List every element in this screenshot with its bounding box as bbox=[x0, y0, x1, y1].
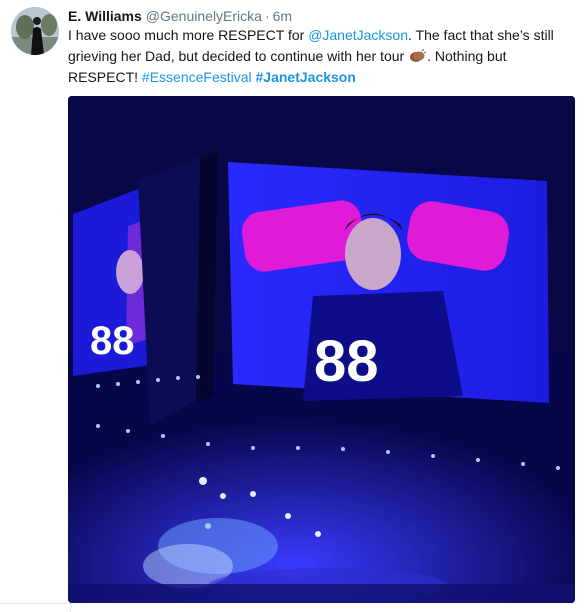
jersey-number-left: 88 bbox=[90, 319, 135, 363]
author-handle[interactable]: @GenuinelyEricka bbox=[146, 8, 262, 24]
hashtag-link[interactable]: #JanetJackson bbox=[256, 69, 356, 85]
timestamp[interactable]: 6m bbox=[273, 8, 292, 24]
separator-dot: · bbox=[264, 8, 270, 24]
mention-link[interactable]: @JanetJackson bbox=[308, 27, 408, 43]
tweet-text: I have sooo much more RESPECT for @Janet… bbox=[68, 25, 568, 88]
avatar-image bbox=[11, 7, 59, 55]
tweet-text-part: I have sooo much more RESPECT for bbox=[68, 27, 309, 43]
author-name[interactable]: E. Williams bbox=[68, 8, 142, 24]
tweet-media-photo[interactable]: 88 88 bbox=[68, 96, 575, 603]
tweet-card[interactable]: E. Williams @GenuinelyEricka · 6m I have so… bbox=[0, 0, 584, 612]
concert-photo: 88 88 bbox=[68, 96, 575, 603]
avatar[interactable] bbox=[11, 7, 59, 55]
hashtag-link[interactable]: #EssenceFestival bbox=[142, 69, 252, 85]
tweet-header: E. Williams @GenuinelyEricka · 6m bbox=[68, 7, 292, 25]
clapping-hands-icon bbox=[410, 49, 427, 62]
jersey-number: 88 bbox=[314, 329, 379, 394]
